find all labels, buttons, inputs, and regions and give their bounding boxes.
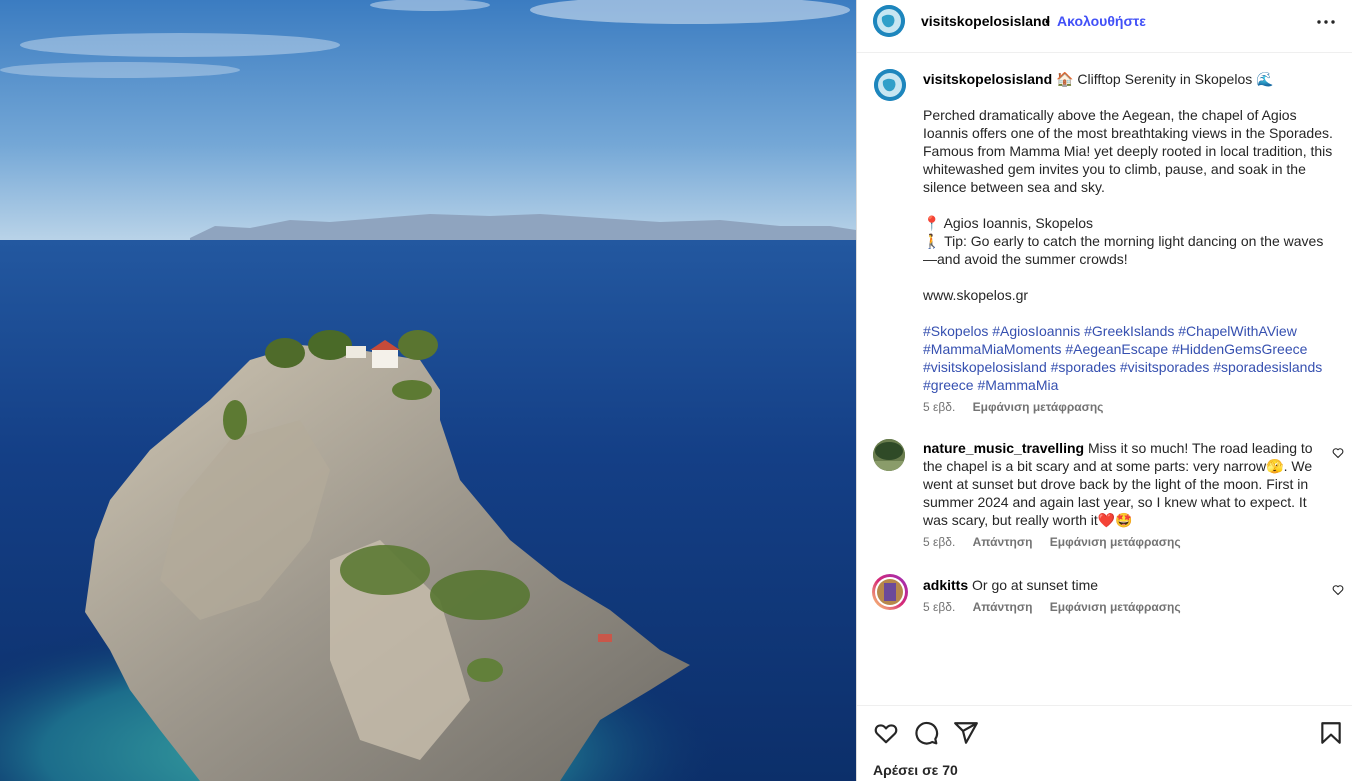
caption-tip: 🚶 Tip: Go early to catch the morning lig… xyxy=(923,232,1333,268)
reply-button[interactable]: Απάντηση xyxy=(973,535,1033,549)
wave-icon: 🌊 xyxy=(1256,71,1274,87)
caption-avatar[interactable] xyxy=(874,69,906,101)
caption-translate-link[interactable]: Εμφάνιση μετάφρασης xyxy=(973,400,1104,414)
heart-icon[interactable] xyxy=(873,720,899,746)
caption-title: Clifftop Serenity in Skopelos xyxy=(1077,71,1253,87)
comment-meta: 5 εβδ. Απάντηση Εμφάνιση μετάφρασης xyxy=(923,533,1318,551)
commenter-avatar-story-ring[interactable] xyxy=(872,574,908,610)
comment-translate-link[interactable]: Εμφάνιση μετάφρασης xyxy=(1050,600,1181,614)
caption-location: 📍 Agios Ioannis, Skopelos xyxy=(923,214,1333,232)
caption-hashtags[interactable]: #Skopelos #AgiosIoannis #GreekIslands #C… xyxy=(923,322,1333,394)
comment-translate-link[interactable]: Εμφάνιση μετάφρασης xyxy=(1050,535,1181,549)
walking-icon: 🚶 xyxy=(923,233,941,249)
header-username[interactable]: visitskopelosisland xyxy=(921,13,1050,29)
profile-avatar[interactable] xyxy=(873,5,905,37)
comment-like-heart-icon[interactable] xyxy=(1332,447,1344,459)
tip-text: Tip: Go early to catch the morning light… xyxy=(923,233,1324,267)
post-photo[interactable] xyxy=(0,0,856,781)
comment-text: Or go at sunset time xyxy=(972,577,1099,593)
caption-paragraph: Perched dramatically above the Aegean, t… xyxy=(923,107,1337,195)
caption-website: www.skopelos.gr xyxy=(923,287,1029,303)
likes-count[interactable]: Αρέσει σε 70 xyxy=(873,762,958,778)
post-caption: visitskopelosisland 🏠 Clifftop Serenity … xyxy=(923,70,1333,416)
more-horizontal-icon[interactable] xyxy=(1316,14,1336,30)
instagram-post: visitskopelosisland • Ακολουθήστε visits… xyxy=(0,0,1352,781)
caption-time[interactable]: 5 εβδ. xyxy=(923,400,955,414)
caption-meta: 5 εβδ. Εμφάνιση μετάφρασης xyxy=(923,398,1333,416)
caption-title-line: visitskopelosisland 🏠 Clifftop Serenity … xyxy=(923,70,1333,88)
comment-meta: 5 εβδ. Απάντηση Εμφάνιση μετάφρασης xyxy=(923,598,1318,616)
comment-username[interactable]: adkitts xyxy=(923,577,968,593)
share-icon[interactable] xyxy=(953,720,979,746)
location-text: Agios Ioannis, Skopelos xyxy=(943,215,1093,231)
island-logo-icon xyxy=(874,69,906,101)
skopelos-chapel-image xyxy=(0,0,856,781)
comment-username[interactable]: nature_music_travelling xyxy=(923,440,1084,456)
comment-body: adkitts Or go at sunset time 5 εβδ. Απάν… xyxy=(923,576,1318,616)
comment-time[interactable]: 5 εβδ. xyxy=(923,535,955,549)
separator-dot: • xyxy=(1045,13,1050,29)
island-logo-icon xyxy=(873,5,905,37)
comments-scroll-area[interactable]: visitskopelosisland 🏠 Clifftop Serenity … xyxy=(857,53,1352,705)
post-side-panel: visitskopelosisland • Ακολουθήστε visits… xyxy=(856,0,1352,781)
bookmark-icon[interactable] xyxy=(1318,720,1344,746)
post-header: visitskopelosisland • Ακολουθήστε xyxy=(857,0,1352,53)
house-icon: 🏠 xyxy=(1056,71,1074,87)
pin-icon: 📍 xyxy=(923,215,941,231)
reply-button[interactable]: Απάντηση xyxy=(973,600,1033,614)
comment-time[interactable]: 5 εβδ. xyxy=(923,600,955,614)
avatar-photo-icon xyxy=(873,439,905,471)
commenter-avatar[interactable] xyxy=(873,439,905,471)
comment-icon[interactable] xyxy=(913,720,939,746)
post-actions-bar: Αρέσει σε 70 xyxy=(857,705,1352,782)
caption-username[interactable]: visitskopelosisland xyxy=(923,71,1052,87)
avatar-photo-icon xyxy=(875,577,905,607)
follow-button[interactable]: Ακολουθήστε xyxy=(1057,13,1146,29)
comment-like-heart-icon[interactable] xyxy=(1332,584,1344,596)
comment-body: nature_music_travelling Miss it so much!… xyxy=(923,439,1318,551)
